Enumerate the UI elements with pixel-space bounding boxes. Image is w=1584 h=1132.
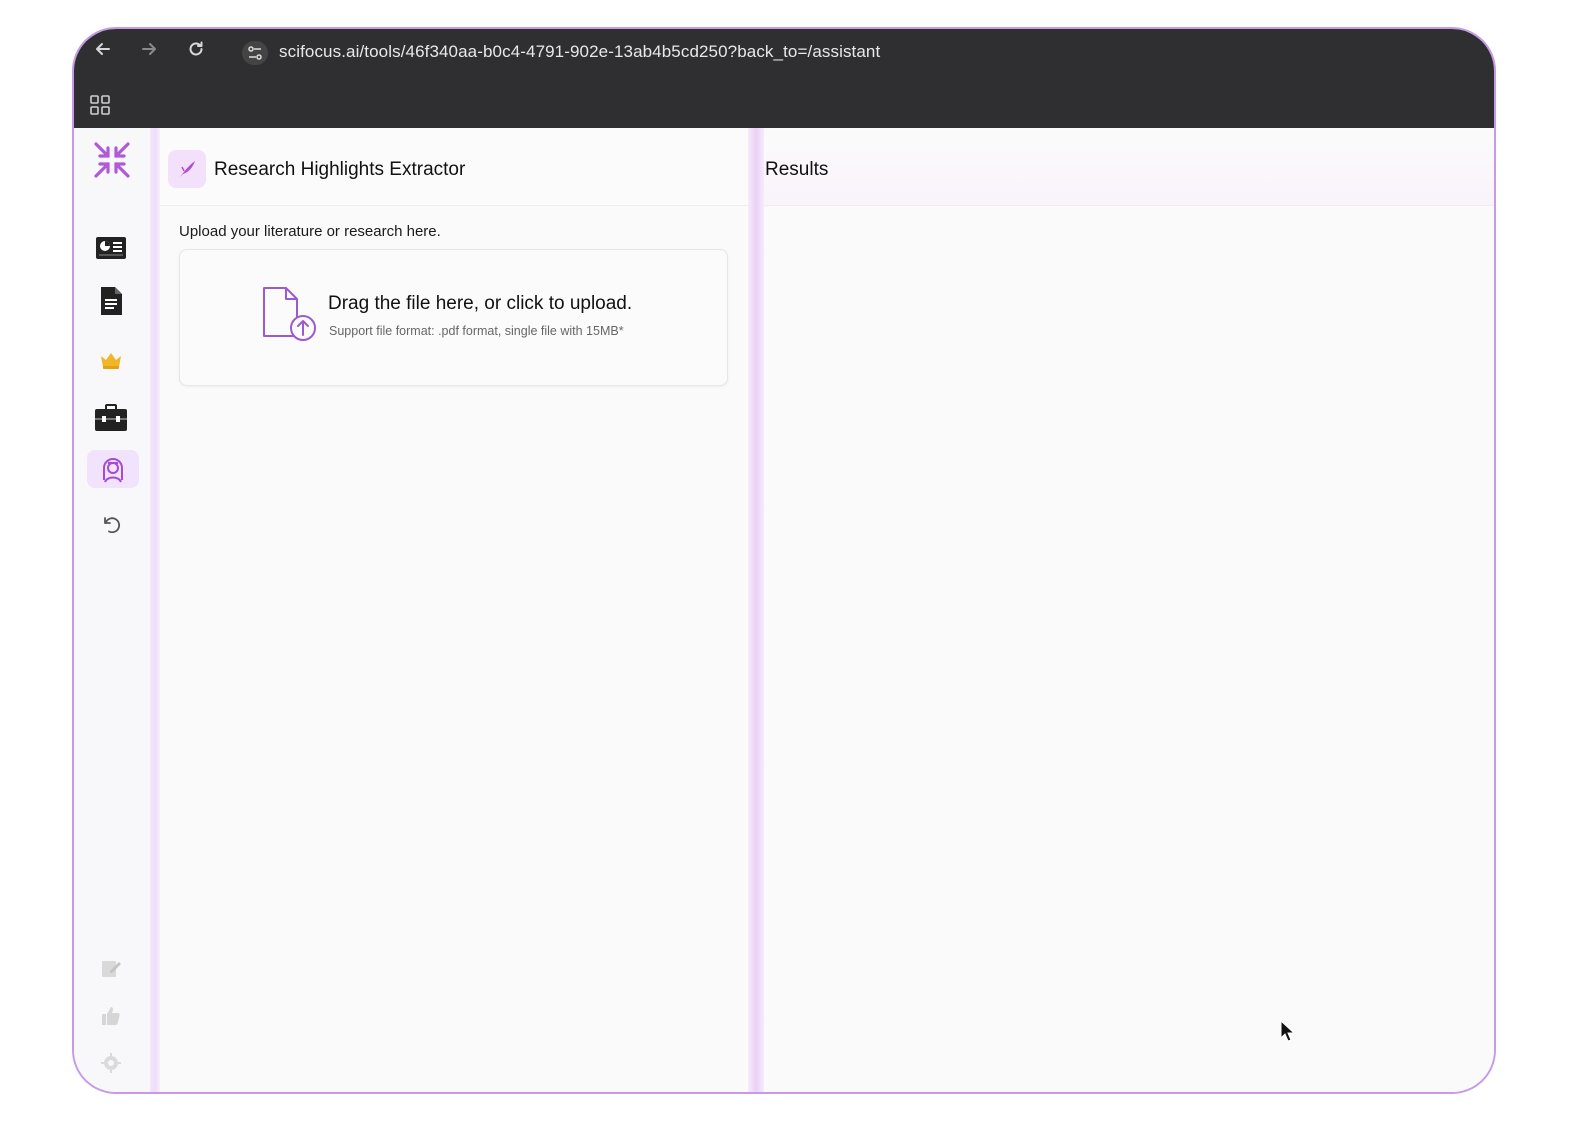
tool-title: Research Highlights Extractor	[214, 159, 466, 180]
upload-label: Upload your literature or research here.	[179, 223, 441, 240]
sidebar-item-edit[interactable]	[93, 950, 129, 986]
scifocus-logo-icon	[94, 142, 130, 178]
arrow-right-icon	[142, 43, 156, 55]
tool-input-panel: Research Highlights Extractor Upload you…	[160, 128, 748, 1092]
dropzone-title: Drag the file here, or click to upload.	[328, 293, 633, 314]
back-button[interactable]	[88, 39, 118, 65]
sidebar	[74, 128, 152, 1092]
crown-icon	[101, 353, 121, 369]
sidebar-item-premium[interactable]	[93, 342, 129, 378]
sidebar-divider	[150, 128, 160, 1092]
apps-button[interactable]	[90, 95, 110, 115]
home-logo[interactable]	[92, 140, 132, 180]
sidebar-item-assistant[interactable]	[87, 450, 139, 488]
dropzone-subtitle: Support file format: .pdf format, single…	[329, 324, 624, 338]
file-upload-icon	[263, 287, 316, 341]
sidebar-item-dashboard[interactable]	[93, 231, 129, 267]
dashboard-card-icon	[96, 237, 126, 259]
settings-icon	[101, 1053, 121, 1073]
app-window: scifocus.ai/tools/46f340aa-b0c4-4791-902…	[72, 27, 1496, 1094]
file-dropzone[interactable]: Drag the file here, or click to upload. …	[179, 249, 728, 386]
undo-icon	[104, 517, 121, 534]
tune-icon	[248, 46, 262, 60]
reload-icon	[189, 41, 203, 56]
thumbs-up-icon	[102, 1007, 120, 1025]
results-panel: Results	[764, 128, 1494, 1092]
sidebar-item-documents[interactable]	[93, 283, 129, 319]
document-icon	[101, 287, 122, 315]
sidebar-item-feedback[interactable]	[93, 998, 129, 1034]
sidebar-item-tools[interactable]	[93, 400, 129, 436]
tool-badge	[168, 150, 206, 188]
toolbox-icon	[95, 404, 127, 431]
address-bar[interactable]: scifocus.ai/tools/46f340aa-b0c4-4791-902…	[279, 42, 880, 62]
site-info-button[interactable]	[242, 41, 268, 65]
panel-divider[interactable]	[748, 128, 764, 1092]
edit-note-icon	[102, 961, 121, 977]
results-title: Results	[765, 159, 829, 180]
tool-header: Research Highlights Extractor	[160, 128, 748, 206]
quill-icon	[180, 161, 195, 177]
reload-button[interactable]	[181, 39, 211, 65]
sidebar-item-back[interactable]	[93, 506, 129, 542]
assistant-avatar-icon	[103, 458, 123, 483]
arrow-left-icon	[96, 43, 110, 55]
sidebar-item-settings[interactable]	[93, 1045, 129, 1081]
mouse-cursor-icon	[1280, 1020, 1296, 1042]
forward-button[interactable]	[134, 39, 164, 65]
browser-toolbar: scifocus.ai/tools/46f340aa-b0c4-4791-902…	[74, 29, 1494, 128]
grid-icon	[90, 95, 110, 115]
results-header: Results	[764, 128, 1494, 206]
